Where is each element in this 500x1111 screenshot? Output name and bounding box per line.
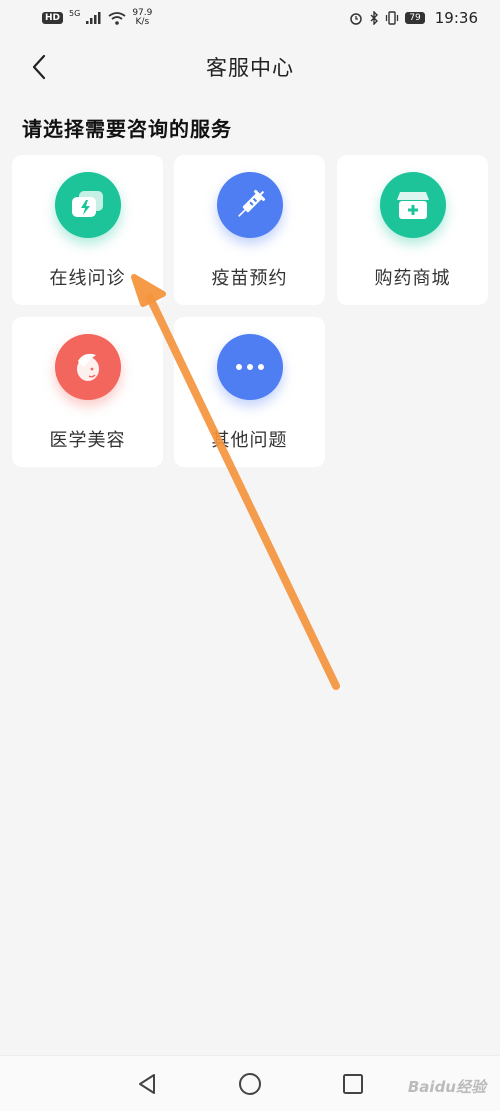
service-label: 医学美容 bbox=[49, 430, 126, 451]
back-button[interactable] bbox=[22, 50, 56, 84]
chat-bolt-icon bbox=[54, 172, 121, 238]
service-label: 购药商城 bbox=[374, 268, 451, 289]
service-label: 其他问题 bbox=[211, 430, 288, 451]
section-title: 请选择需要咨询的服务 bbox=[22, 117, 232, 141]
clock: 19:36 bbox=[434, 9, 478, 27]
service-card-pharmacy-mall[interactable]: 购药商城 bbox=[337, 155, 488, 305]
service-card-other-questions[interactable]: 其他问题 bbox=[174, 317, 325, 467]
status-bar: HD 5G 97.9 K/s 79 19:36 bbox=[0, 0, 500, 36]
service-card-online-consultation[interactable]: 在线问诊 bbox=[12, 155, 163, 305]
service-label: 在线问诊 bbox=[49, 268, 126, 289]
page-title: 客服中心 bbox=[206, 56, 294, 80]
top-nav-bar: 客服中心 bbox=[0, 36, 500, 98]
chevron-left-icon bbox=[32, 54, 46, 80]
signal-icon bbox=[86, 12, 101, 24]
watermark: Baidu经验 bbox=[407, 1078, 486, 1096]
service-card-medical-beauty[interactable]: 医学美容 bbox=[12, 317, 163, 467]
square-recents-icon bbox=[343, 1073, 364, 1094]
syringe-icon bbox=[216, 172, 283, 238]
service-card-vaccine-booking[interactable]: 疫苗预约 bbox=[174, 155, 325, 305]
medicine-box-icon bbox=[379, 172, 446, 238]
service-label: 疫苗预约 bbox=[211, 268, 288, 289]
system-back-button[interactable] bbox=[132, 1069, 162, 1099]
triangle-back-icon bbox=[138, 1073, 155, 1094]
wifi-icon bbox=[108, 11, 126, 25]
network-type: 5G bbox=[69, 8, 81, 18]
system-home-button[interactable] bbox=[235, 1069, 265, 1099]
system-recents-button[interactable] bbox=[338, 1069, 368, 1099]
alarm-icon bbox=[350, 13, 363, 25]
beauty-face-icon bbox=[54, 334, 121, 400]
hd-badge: HD bbox=[42, 12, 64, 24]
circle-home-icon bbox=[238, 1072, 261, 1095]
network-speed: 97.9 K/s bbox=[132, 8, 153, 27]
bluetooth-icon bbox=[370, 11, 379, 25]
more-dots-icon bbox=[216, 334, 283, 400]
battery-indicator: 79 bbox=[405, 12, 425, 24]
vibrate-icon bbox=[386, 11, 399, 25]
